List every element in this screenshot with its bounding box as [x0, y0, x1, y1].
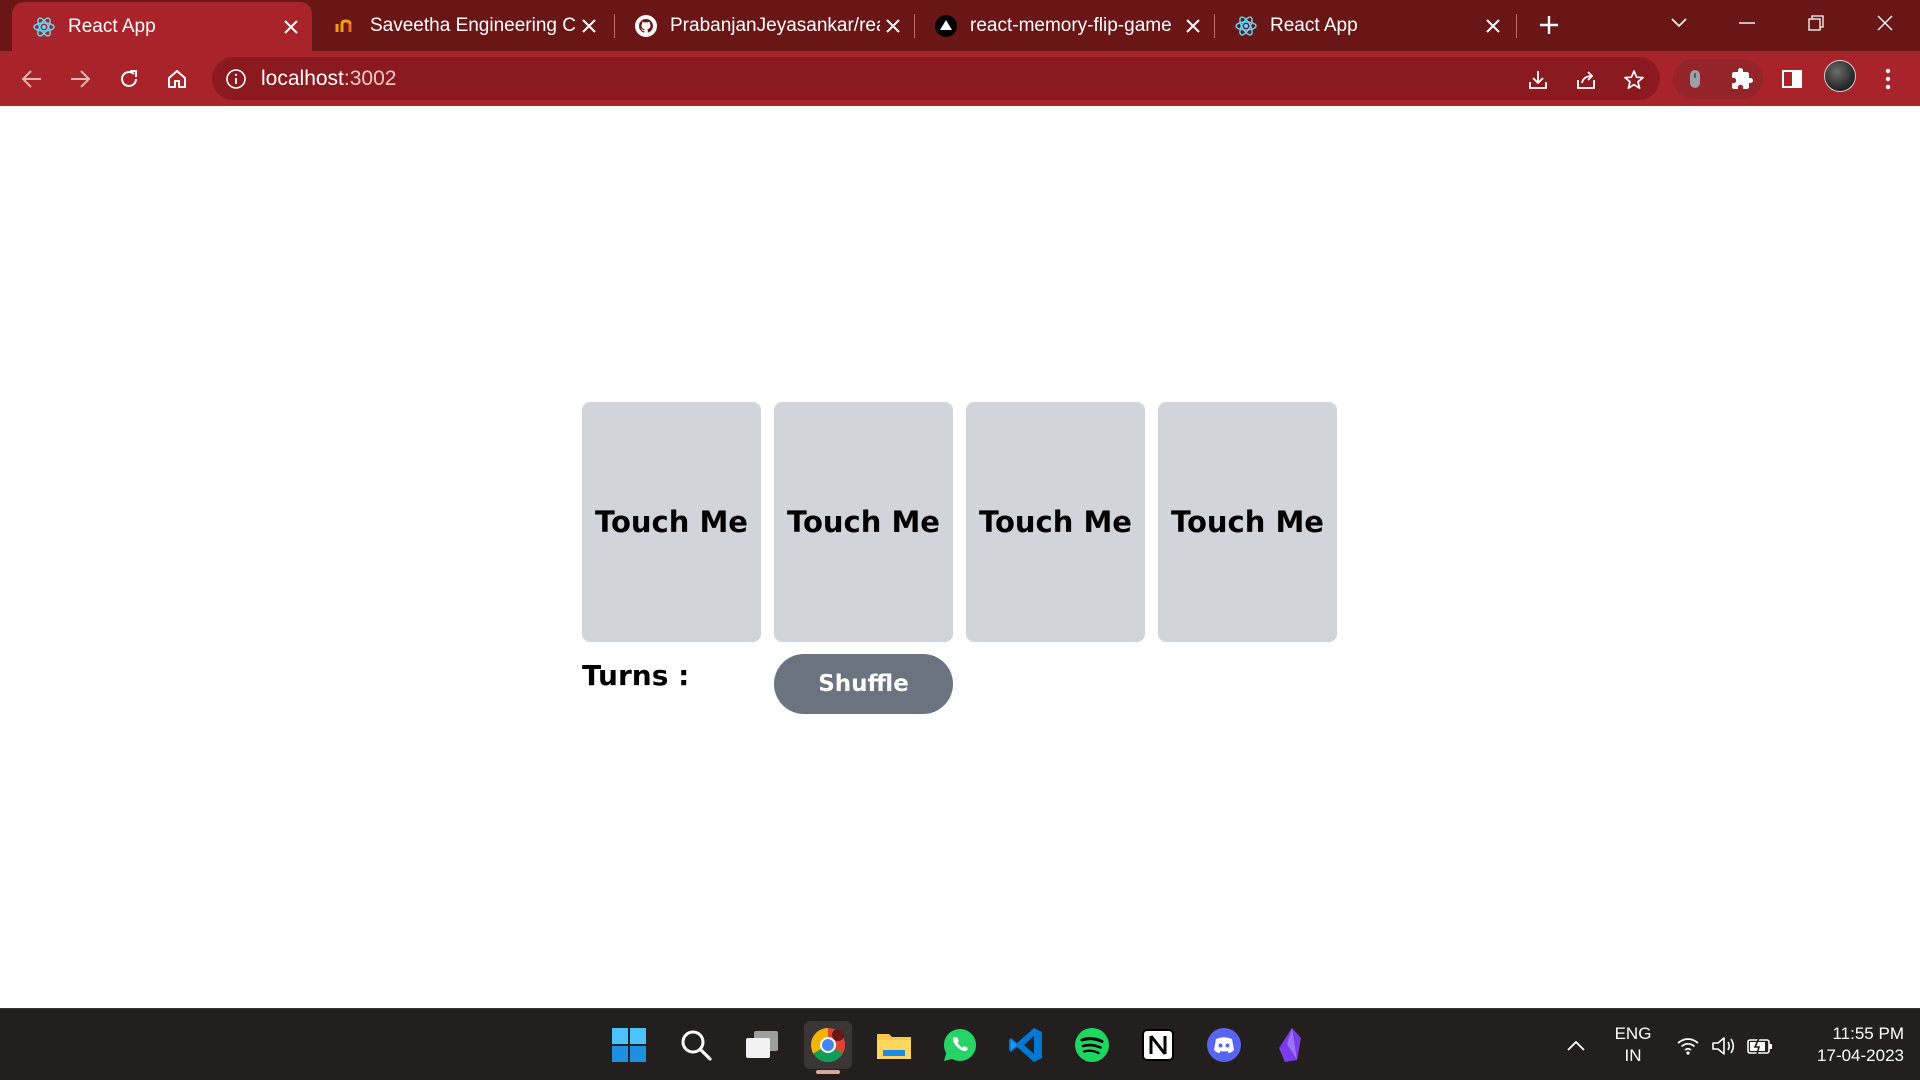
clock[interactable]: 11:55 PM 17-04-2023: [1786, 1023, 1904, 1067]
active-app-indicator: [816, 1070, 840, 1074]
discord-icon[interactable]: [1200, 1021, 1248, 1069]
browser-tab-strip: React App Saveetha Engineering Coll Prab…: [0, 0, 1920, 51]
language-line1: ENG: [1614, 1024, 1652, 1043]
whatsapp-icon[interactable]: [936, 1021, 984, 1069]
tab-title: React App: [68, 15, 156, 37]
file-explorer-icon[interactable]: [870, 1021, 918, 1069]
battery-charging-icon[interactable]: [1747, 1033, 1773, 1059]
tab-saveetha[interactable]: Saveetha Engineering Coll: [314, 0, 610, 51]
puzzle-icon[interactable]: [1726, 63, 1758, 95]
memory-card[interactable]: Touch Me: [966, 402, 1145, 642]
close-icon[interactable]: [1180, 13, 1206, 39]
language-indicator[interactable]: ENG IN: [1608, 1023, 1658, 1067]
tab-search-button[interactable]: [1662, 8, 1696, 38]
profile-avatar[interactable]: [1824, 60, 1856, 92]
url-host: localhost: [261, 67, 344, 90]
language-line2: IN: [1624, 1046, 1642, 1065]
obsidian-icon[interactable]: [1266, 1021, 1314, 1069]
close-icon[interactable]: [1480, 13, 1506, 39]
saveetha-icon: [334, 14, 358, 38]
card-label: Touch Me: [979, 505, 1132, 539]
chrome-icon[interactable]: [804, 1021, 852, 1069]
tab-title: React App: [1270, 14, 1358, 36]
search-icon[interactable]: [672, 1021, 720, 1069]
close-icon[interactable]: [880, 13, 906, 39]
close-icon[interactable]: [576, 13, 602, 39]
share-icon[interactable]: [1572, 66, 1600, 94]
windows-taskbar: ENG IN 11:55 PM 17-04-2023: [0, 1008, 1920, 1080]
home-button[interactable]: [161, 63, 193, 95]
new-tab-button[interactable]: [1534, 10, 1564, 40]
tab-github[interactable]: PrabanjanJeyasankar/reac: [614, 0, 914, 51]
page-content: Touch Me Touch Me Touch Me Touch Me Turn…: [0, 106, 1920, 1008]
react-icon: [32, 15, 56, 39]
site-info-icon[interactable]: [224, 67, 248, 91]
install-app-icon[interactable]: [1524, 66, 1552, 94]
notion-icon[interactable]: [1134, 1021, 1182, 1069]
memory-card[interactable]: Touch Me: [1158, 402, 1337, 642]
back-button[interactable]: [16, 63, 48, 95]
clock-time: 11:55 PM: [1832, 1024, 1904, 1043]
card-label: Touch Me: [595, 505, 748, 539]
memory-card[interactable]: Touch Me: [582, 402, 761, 642]
url-text: localhost:3002: [261, 67, 396, 91]
clock-date: 17-04-2023: [1817, 1046, 1904, 1065]
react-icon: [1234, 14, 1258, 38]
tab-react-app-1[interactable]: React App: [12, 2, 312, 51]
github-icon: [634, 14, 658, 38]
browser-toolbar: localhost:3002: [0, 51, 1920, 106]
minimize-button[interactable]: [1730, 8, 1764, 38]
turns-label: Turns :: [582, 659, 690, 692]
tab-vercel[interactable]: react-memory-flip-game: [914, 0, 1214, 51]
extension-icon[interactable]: [1679, 63, 1711, 95]
tab-react-app-2[interactable]: React App: [1214, 0, 1514, 51]
menu-kebab-icon[interactable]: [1872, 63, 1904, 95]
reload-button[interactable]: [113, 63, 145, 95]
close-icon[interactable]: [278, 14, 304, 40]
show-hidden-icons-chevron-icon[interactable]: [1563, 1033, 1589, 1059]
shuffle-button[interactable]: Shuffle: [774, 654, 953, 714]
tab-divider: [1516, 14, 1517, 38]
forward-button[interactable]: [64, 63, 96, 95]
wifi-icon[interactable]: [1675, 1033, 1701, 1059]
close-window-button[interactable]: [1868, 8, 1902, 38]
task-view-icon[interactable]: [738, 1021, 786, 1069]
tab-title: PrabanjanJeyasankar/reac: [670, 14, 880, 36]
turns-counter: Turns :: [582, 659, 689, 692]
url-port: :3002: [343, 67, 397, 90]
volume-icon[interactable]: [1711, 1033, 1737, 1059]
card-label: Touch Me: [787, 505, 940, 539]
memory-card[interactable]: Touch Me: [774, 402, 953, 642]
tab-title: react-memory-flip-game: [970, 14, 1172, 36]
spotify-icon[interactable]: [1068, 1021, 1116, 1069]
bookmark-star-icon[interactable]: [1620, 66, 1648, 94]
side-panel-icon[interactable]: [1776, 63, 1808, 95]
extensions-pill: [1673, 59, 1763, 99]
address-bar[interactable]: localhost:3002: [212, 57, 1660, 100]
vscode-icon[interactable]: [1002, 1021, 1050, 1069]
vercel-icon: [934, 14, 958, 38]
tab-title: Saveetha Engineering Coll: [370, 14, 576, 36]
restore-button[interactable]: [1799, 8, 1833, 38]
windows-start-icon[interactable]: [605, 1021, 653, 1069]
card-label: Touch Me: [1171, 505, 1324, 539]
